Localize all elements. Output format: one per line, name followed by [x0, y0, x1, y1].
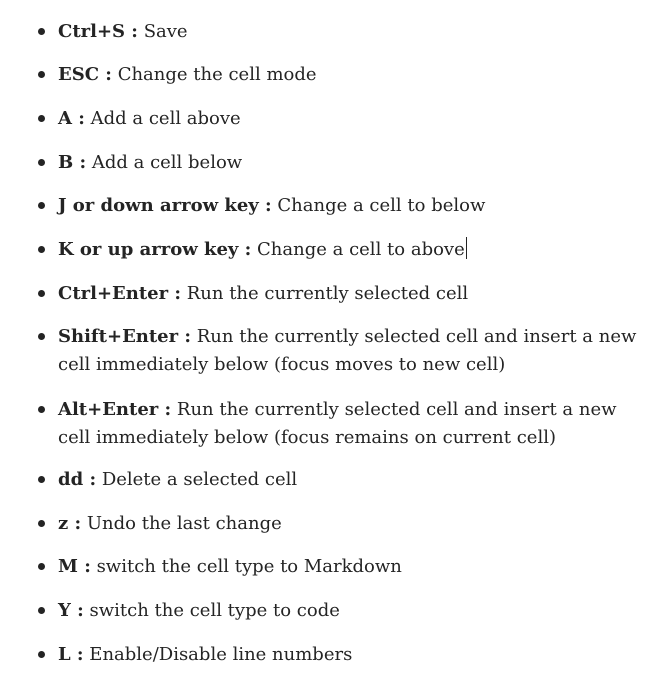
list-item-content: Y : switch the cell type to code — [58, 597, 648, 625]
list-item-l: L : Enable/Disable line numbers — [38, 641, 648, 669]
list-item-ctrl-enter: Ctrl+Enter : Run the currently selected … — [38, 280, 648, 308]
list-item-a: A : Add a cell above — [38, 105, 648, 133]
list-item-content: z : Undo the last change — [58, 510, 648, 538]
shortcut-key: Ctrl+Enter : — [58, 283, 182, 304]
shortcut-description: Save — [137, 21, 188, 42]
list-item-content: M : switch the cell type to Markdown — [58, 553, 648, 581]
shortcut-key: L : — [58, 644, 84, 665]
shortcut-description: Add a cell above — [84, 108, 241, 129]
list-item-b: B : Add a cell below — [38, 149, 648, 177]
list-item-content: K or up arrow key : Change a cell to abo… — [58, 236, 648, 264]
shortcut-key: M : — [58, 556, 91, 577]
document: Ctrl+S : Save ESC : Change the cell mode… — [0, 0, 664, 678]
bullet-icon — [38, 159, 45, 166]
bullet-icon — [38, 115, 45, 122]
bullet-icon — [38, 651, 45, 658]
list-item-content: A : Add a cell above — [58, 105, 648, 133]
list-item-content: J or down arrow key : Change a cell to b… — [58, 192, 648, 220]
shortcut-key: A : — [58, 108, 85, 129]
list-item-content: Ctrl+S : Save — [58, 18, 648, 46]
list-item-content: Shift+Enter : Run the currently selected… — [58, 323, 648, 379]
list-item-esc: ESC : Change the cell mode — [38, 61, 648, 89]
text-cursor — [465, 237, 467, 259]
shortcut-key: z : — [58, 513, 82, 534]
shortcut-key: K or up arrow key : — [58, 239, 252, 260]
bullet-icon — [38, 333, 45, 340]
list-item-content: Alt+Enter : Run the currently selected c… — [58, 396, 648, 452]
list-item-alt-enter: Alt+Enter : Run the currently selected c… — [38, 396, 648, 452]
shortcut-key: Ctrl+S : — [58, 21, 138, 42]
shortcut-description: switch the cell type to code — [83, 600, 340, 621]
list-item-shift-enter: Shift+Enter : Run the currently selected… — [38, 323, 648, 379]
list-item-content: L : Enable/Disable line numbers — [58, 641, 648, 669]
bullet-icon — [38, 476, 45, 483]
list-item-content: dd : Delete a selected cell — [58, 466, 648, 494]
bullet-icon — [38, 246, 45, 253]
bullet-icon — [38, 28, 45, 35]
shortcut-key: Y : — [58, 600, 84, 621]
shortcut-description: Enable/Disable line numbers — [83, 644, 353, 665]
list-item-content: B : Add a cell below — [58, 149, 648, 177]
list-item-y: Y : switch the cell type to code — [38, 597, 648, 625]
list-item-j: J or down arrow key : Change a cell to b… — [38, 192, 648, 220]
shortcut-description: Delete a selected cell — [96, 469, 298, 490]
list-item-m: M : switch the cell type to Markdown — [38, 553, 648, 581]
bullet-icon — [38, 202, 45, 209]
list-item-ctrl-s: Ctrl+S : Save — [38, 18, 648, 46]
bullet-icon — [38, 406, 45, 413]
bullet-icon — [38, 563, 45, 570]
list-item-dd: dd : Delete a selected cell — [38, 466, 648, 494]
list-item-content: Ctrl+Enter : Run the currently selected … — [58, 280, 648, 308]
shortcut-key: Shift+Enter : — [58, 326, 192, 347]
shortcut-description: Add a cell below — [86, 152, 243, 173]
shortcut-description: switch the cell type to Markdown — [90, 556, 402, 577]
shortcut-description: Undo the last change — [81, 513, 282, 534]
shortcut-description: Run the currently selected cell — [181, 283, 469, 304]
bullet-icon — [38, 607, 45, 614]
shortcut-description: Change the cell mode — [111, 64, 317, 85]
bullet-icon — [38, 71, 45, 78]
bullet-icon — [38, 290, 45, 297]
shortcut-key: ESC : — [58, 64, 112, 85]
shortcut-key: Alt+Enter : — [58, 399, 172, 420]
list-item-k: K or up arrow key : Change a cell to abo… — [38, 236, 648, 264]
shortcut-description: Change a cell to above — [251, 239, 465, 260]
shortcut-key: dd : — [58, 469, 97, 490]
bullet-icon — [38, 520, 45, 527]
list-item-z: z : Undo the last change — [38, 510, 648, 538]
shortcut-description: Change a cell to below — [271, 195, 486, 216]
shortcut-key: J or down arrow key : — [58, 195, 272, 216]
shortcut-key: B : — [58, 152, 87, 173]
list-item-content: ESC : Change the cell mode — [58, 61, 648, 89]
